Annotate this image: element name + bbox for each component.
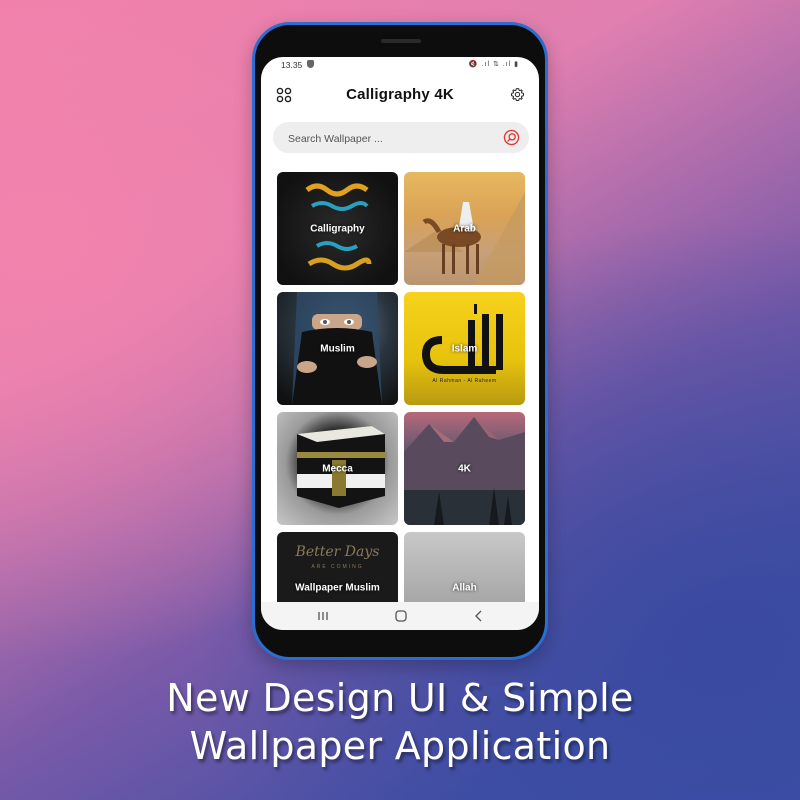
category-label: Allah	[452, 582, 477, 594]
phone-screen: 13.35 🔇 .ıl ⇅ .ıl ▮ Calligraphy 4K Searc…	[261, 57, 539, 630]
category-label: Mecca	[322, 463, 353, 474]
phone-speaker	[381, 39, 421, 43]
phone-frame: 13.35 🔇 .ıl ⇅ .ıl ▮ Calligraphy 4K Searc…	[252, 22, 548, 660]
search-icon[interactable]	[503, 129, 520, 146]
card-script-text: Better Days	[295, 544, 380, 560]
home-icon[interactable]	[391, 608, 411, 624]
status-time: 13.35	[281, 60, 303, 70]
app-header: Calligraphy 4K	[261, 83, 539, 109]
category-card-4k[interactable]: 4K	[404, 412, 525, 525]
category-card-wallpaper-muslim[interactable]: Better Days ARE COMING Wallpaper Muslim	[277, 532, 398, 602]
recents-icon[interactable]	[313, 608, 333, 624]
gear-icon[interactable]	[510, 87, 525, 102]
status-bar: 13.35 🔇 .ıl ⇅ .ıl ▮	[261, 57, 539, 73]
shield-icon	[307, 60, 314, 68]
category-card-islam[interactable]: Islam Al Rahman - Al Raheem	[404, 292, 525, 405]
category-card-allah[interactable]: Allah	[404, 532, 525, 602]
category-label: Arab	[453, 223, 476, 234]
category-card-muslim[interactable]: Muslim	[277, 292, 398, 405]
app-title: Calligraphy 4K	[346, 86, 454, 103]
category-label: 4K	[458, 463, 471, 474]
status-icons: 🔇 .ıl ⇅ .ıl ▮	[468, 61, 519, 68]
category-label: Calligraphy	[310, 223, 365, 234]
promo-caption-line-1: New Design UI & Simple	[166, 676, 634, 720]
category-grid: Calligraphy Arab Muslim Islam Al Rahman …	[277, 172, 525, 602]
search-input[interactable]	[286, 122, 490, 155]
category-label: Wallpaper Muslim	[295, 582, 380, 594]
card-subtitle: Al Rahman - Al Raheem	[432, 378, 497, 384]
category-label: Islam	[451, 343, 478, 354]
category-card-calligraphy[interactable]: Calligraphy	[277, 172, 398, 285]
back-icon[interactable]	[469, 608, 489, 624]
category-card-arab[interactable]: Arab	[404, 172, 525, 285]
promo-caption-line-2: Wallpaper Application	[189, 724, 611, 768]
search-bar	[273, 122, 529, 155]
category-label: Muslim	[320, 343, 355, 354]
card-subtitle: ARE COMING	[311, 564, 364, 570]
navigation-bar	[261, 602, 539, 630]
category-card-mecca[interactable]: Mecca	[277, 412, 398, 525]
